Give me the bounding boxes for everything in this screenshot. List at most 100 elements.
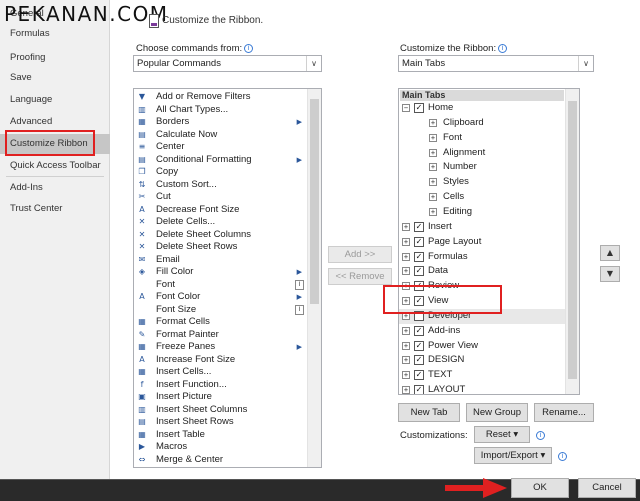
nav-item-proofing[interactable]: Proofing: [0, 48, 110, 68]
command-item[interactable]: A Font Color ▶: [134, 291, 306, 304]
command-item[interactable]: ▦ Borders ▶: [134, 116, 306, 129]
expand-icon[interactable]: +: [402, 222, 410, 231]
tab-checkbox[interactable]: ✓: [414, 370, 424, 381]
ribbon-tree-item-cells[interactable]: + Cells: [399, 190, 565, 205]
command-item[interactable]: ▦ Format Cells: [134, 316, 306, 329]
expand-icon[interactable]: +: [402, 237, 410, 246]
tab-checkbox[interactable]: ✓: [414, 325, 424, 336]
tab-checkbox[interactable]: ✓: [414, 340, 424, 351]
expand-icon[interactable]: +: [429, 193, 437, 202]
command-item[interactable]: ▥ Insert Sheet Columns: [134, 404, 306, 417]
command-item[interactable]: f Insert Function...: [134, 379, 306, 392]
command-item[interactable]: ▤ Calculate Now: [134, 129, 306, 142]
ribbon-tabs-tree[interactable]: Main Tabs − ✓ Home + Clipboard + Font + Alignmen…: [398, 88, 580, 395]
info-icon[interactable]: i: [244, 44, 254, 53]
new-group-button[interactable]: New Group: [466, 403, 528, 422]
nav-item-formulas[interactable]: Formulas: [0, 24, 110, 44]
command-item[interactable]: ▤ Insert Sheet Rows: [134, 416, 306, 429]
tab-checkbox[interactable]: ✓: [414, 266, 424, 277]
command-item[interactable]: ✎ Format Painter: [134, 329, 306, 342]
command-item[interactable]: ✕ Delete Sheet Columns: [134, 229, 306, 242]
customize-ribbon-dropdown[interactable]: Main Tabs ∨: [398, 55, 594, 72]
reset-button[interactable]: Reset ▾: [474, 426, 530, 443]
ribbon-tree-item-page-layout[interactable]: + ✓ Page Layout: [399, 235, 565, 250]
command-item[interactable]: ✕ Delete Sheet Rows: [134, 241, 306, 254]
expand-icon[interactable]: +: [402, 326, 410, 335]
ribbon-tree-item-formulas[interactable]: + ✓ Formulas: [399, 250, 565, 265]
expand-icon[interactable]: +: [429, 118, 437, 127]
choose-commands-dropdown[interactable]: Popular Commands ∨: [133, 55, 322, 72]
command-item[interactable]: ▼ Add or Remove Filters: [134, 91, 306, 104]
command-item[interactable]: A Decrease Font Size: [134, 204, 306, 217]
expand-icon[interactable]: +: [402, 371, 410, 380]
ribbon-tree-scrollbar[interactable]: [565, 89, 579, 394]
command-item[interactable]: ≡ Center: [134, 141, 306, 154]
tab-checkbox[interactable]: ✓: [414, 236, 424, 247]
expand-icon[interactable]: +: [402, 356, 410, 365]
remove-button[interactable]: << Remove: [328, 268, 392, 285]
new-tab-button[interactable]: New Tab: [398, 403, 460, 422]
nav-item-language[interactable]: Language: [0, 90, 110, 110]
import-export-button[interactable]: Import/Export ▾: [474, 447, 552, 464]
command-item[interactable]: ❐ Copy: [134, 166, 306, 179]
add-button[interactable]: Add >>: [328, 246, 392, 263]
expand-icon[interactable]: +: [402, 267, 410, 276]
command-item[interactable]: ▦ Freeze Panes ▶: [134, 341, 306, 354]
command-item[interactable]: ▤ Conditional Formatting ▶: [134, 154, 306, 167]
ribbon-tree-item-insert[interactable]: + ✓ Insert: [399, 220, 565, 235]
ribbon-tree-item-editing[interactable]: + Editing: [399, 205, 565, 220]
ribbon-tree-item-add-ins[interactable]: + ✓ Add-ins: [399, 324, 565, 339]
info-icon[interactable]: i: [498, 44, 508, 53]
nav-item-advanced[interactable]: Advanced: [0, 112, 110, 132]
tab-checkbox[interactable]: ✓: [414, 103, 424, 113]
rename-button[interactable]: Rename...: [534, 403, 594, 422]
cancel-button[interactable]: Cancel: [578, 478, 636, 498]
ribbon-tree-item-power-view[interactable]: + ✓ Power View: [399, 339, 565, 354]
ribbon-tree-item-alignment[interactable]: + Alignment: [399, 146, 565, 161]
collapse-icon[interactable]: −: [402, 104, 410, 112]
commands-scroll-thumb[interactable]: [310, 99, 319, 304]
command-item[interactable]: A Increase Font Size: [134, 354, 306, 367]
command-item[interactable]: ⇔ Merge & Center: [134, 454, 306, 467]
move-up-button[interactable]: ▲: [600, 245, 620, 261]
expand-icon[interactable]: +: [402, 341, 410, 350]
expand-icon[interactable]: +: [429, 178, 437, 187]
expand-icon[interactable]: +: [429, 133, 437, 142]
chevron-down-icon[interactable]: ∨: [578, 56, 593, 71]
tab-checkbox[interactable]: ✓: [414, 355, 424, 366]
command-item[interactable]: ▥ All Chart Types...: [134, 104, 306, 117]
command-item[interactable]: ▦ Insert Cells...: [134, 366, 306, 379]
command-item[interactable]: ⇅ Custom Sort...: [134, 179, 306, 192]
commands-list-scrollbar[interactable]: [307, 89, 321, 467]
command-item[interactable]: ▦ Insert Table: [134, 429, 306, 442]
ribbon-scroll-thumb[interactable]: [568, 101, 577, 379]
nav-item-add-ins[interactable]: Add-Ins: [0, 178, 110, 198]
info-icon[interactable]: i: [558, 452, 567, 461]
command-item[interactable]: ✂ Cut: [134, 191, 306, 204]
command-item[interactable]: ▣ Insert Picture: [134, 391, 306, 404]
expand-icon[interactable]: +: [429, 207, 437, 216]
expand-icon[interactable]: +: [402, 252, 410, 261]
commands-list[interactable]: ▼ Add or Remove Filters ▥ All Chart Types..…: [133, 88, 322, 468]
command-item[interactable]: ▶ Macros: [134, 441, 306, 454]
ok-button[interactable]: OK: [511, 478, 569, 498]
command-item[interactable]: Font Size I: [134, 304, 306, 317]
tab-checkbox[interactable]: ✓: [414, 221, 424, 232]
command-item[interactable]: Font I: [134, 279, 306, 292]
ribbon-tree-item-styles[interactable]: + Styles: [399, 175, 565, 190]
ribbon-tree-item-number[interactable]: + Number: [399, 160, 565, 175]
nav-item-quick-access-toolbar[interactable]: Quick Access Toolbar: [0, 156, 110, 176]
ribbon-tree-item-design[interactable]: + ✓ DESIGN: [399, 353, 565, 368]
ribbon-tree-item-clipboard[interactable]: + Clipboard: [399, 116, 565, 131]
ribbon-tree-item-font[interactable]: + Font: [399, 131, 565, 146]
ribbon-tree-item-text[interactable]: + ✓ TEXT: [399, 368, 565, 383]
tab-checkbox[interactable]: ✓: [414, 251, 424, 262]
expand-icon[interactable]: +: [402, 386, 410, 394]
expand-icon[interactable]: +: [429, 163, 437, 172]
nav-item-save[interactable]: Save: [0, 68, 110, 88]
expand-icon[interactable]: +: [429, 148, 437, 157]
nav-item-trust-center[interactable]: Trust Center: [0, 199, 110, 219]
info-icon[interactable]: i: [536, 431, 545, 440]
command-item[interactable]: ✕ Delete Cells...: [134, 216, 306, 229]
command-item[interactable]: ✉ Email: [134, 254, 306, 267]
